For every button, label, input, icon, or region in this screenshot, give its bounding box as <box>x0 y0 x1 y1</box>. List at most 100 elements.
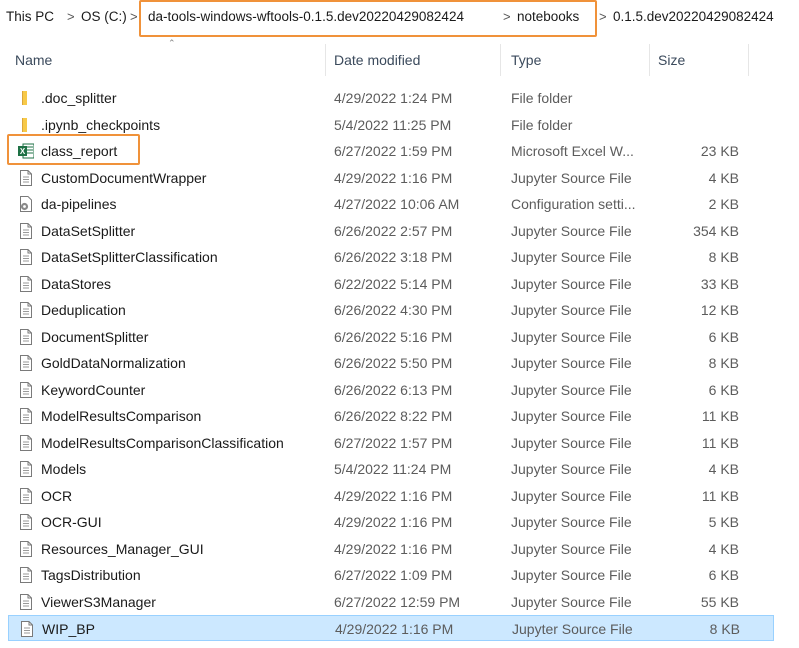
document-icon <box>18 434 34 452</box>
file-date-modified: 4/27/2022 10:06 AM <box>334 196 460 212</box>
file-size: 23 KB <box>700 143 739 159</box>
file-size: 11 KB <box>701 434 739 451</box>
file-type: Jupyter Source File <box>511 540 632 557</box>
file-date-modified: 6/26/2022 5:50 PM <box>334 355 453 371</box>
file-type: Jupyter Source File <box>511 461 632 477</box>
file-date-modified: 6/26/2022 6:13 PM <box>334 381 453 398</box>
file-name: DataSetSplitter <box>41 222 136 239</box>
file-row[interactable]: GoldDataNormalization 6/26/2022 5:50 PM Ju… <box>8 350 774 376</box>
breadcrumb-separator[interactable]: > <box>67 9 75 24</box>
file-name: KeywordCounter <box>41 381 146 398</box>
file-type: Jupyter Source File <box>511 355 632 371</box>
column-header-type[interactable]: Type <box>511 42 541 78</box>
file-date-modified: 6/26/2022 5:16 PM <box>334 328 453 345</box>
sort-ascending-icon: ⌃ <box>168 38 176 48</box>
file-name: ModelResultsComparisonClassification <box>41 434 284 451</box>
file-name: CustomDocumentWrapper <box>41 169 207 186</box>
file-date-modified: 6/26/2022 3:18 PM <box>334 249 453 265</box>
file-row[interactable]: OCR-GUI 4/29/2022 1:16 PM Jupyter Source F… <box>8 509 774 535</box>
file-size: 354 KB <box>693 222 739 239</box>
document-icon <box>18 487 34 505</box>
file-date-modified: 6/27/2022 1:09 PM <box>334 567 453 583</box>
file-row[interactable]: WIP_BP 4/29/2022 1:16 PM Jupyter Source Fi… <box>8 615 774 641</box>
file-size: 11 KB <box>701 487 739 504</box>
file-type: Jupyter Source File <box>511 514 632 530</box>
file-row[interactable]: ViewerS3Manager 6/27/2022 12:59 PM Jupyter… <box>8 589 774 615</box>
file-row[interactable]: KeywordCounter 6/26/2022 6:13 PM Jupyter S… <box>8 377 774 403</box>
file-size: 5 KB <box>708 514 739 530</box>
file-name: OCR <box>41 487 73 504</box>
file-row[interactable]: DocumentSplitter 6/26/2022 5:16 PM Jupyter… <box>8 324 774 350</box>
file-row[interactable]: Models 5/4/2022 11:24 PM Jupyter Source Fi… <box>8 456 774 482</box>
document-icon <box>18 248 34 266</box>
column-header-name[interactable]: Name <box>15 42 52 78</box>
file-size: 4 KB <box>708 461 739 477</box>
document-icon <box>18 354 34 372</box>
file-row[interactable]: Deduplication 6/26/2022 4:30 PM Jupyter So… <box>8 297 774 323</box>
file-type: Jupyter Source File <box>511 328 632 345</box>
file-type: Jupyter Source File <box>511 249 632 265</box>
file-row[interactable]: ModelResultsComparison 6/26/2022 8:22 PM J… <box>8 403 774 429</box>
breadcrumb-highlight-box <box>139 0 597 37</box>
file-name: Deduplication <box>41 302 126 318</box>
column-divider[interactable] <box>649 44 650 76</box>
document-icon <box>18 513 34 531</box>
document-icon <box>18 222 34 240</box>
breadcrumb-version-folder[interactable]: 0.1.5.dev20220429082424 <box>613 9 774 24</box>
file-type: Jupyter Source File <box>511 408 632 424</box>
file-name: ViewerS3Manager <box>41 593 156 610</box>
file-type: Jupyter Source File <box>511 593 632 610</box>
file-date-modified: 4/29/2022 1:16 PM <box>335 621 454 637</box>
breadcrumb-drive[interactable]: OS (C:) <box>81 9 127 24</box>
file-row[interactable]: DataSetSplitterClassification 6/26/2022 3… <box>8 244 774 270</box>
breadcrumb-this-pc[interactable]: This PC <box>6 9 54 24</box>
file-row[interactable]: ModelResultsComparisonClassification 6/27… <box>8 430 774 456</box>
file-type: Jupyter Source File <box>511 487 632 504</box>
file-date-modified: 4/29/2022 1:16 PM <box>334 514 453 530</box>
file-name: DataSetSplitterClassification <box>41 249 218 265</box>
breadcrumb-separator[interactable]: > <box>599 9 607 24</box>
file-date-modified: 6/22/2022 5:14 PM <box>334 275 453 292</box>
file-name: da-pipelines <box>41 196 117 212</box>
document-icon <box>19 620 35 638</box>
file-size: 6 KB <box>708 567 739 583</box>
file-type: Configuration setti... <box>511 196 636 212</box>
file-row[interactable]: CustomDocumentWrapper 4/29/2022 1:16 PM Ju… <box>8 165 774 191</box>
file-row[interactable]: DataStores 6/22/2022 5:14 PM Jupyter Sourc… <box>8 271 774 297</box>
file-row[interactable]: Resources_Manager_GUI 4/29/2022 1:16 PM Ju… <box>8 536 774 562</box>
column-divider[interactable] <box>500 44 501 76</box>
file-type: Microsoft Excel W... <box>511 143 634 159</box>
file-name: WIP_BP <box>42 621 95 637</box>
file-name: .doc_splitter <box>41 90 117 106</box>
column-header-date-modified[interactable]: Date modified <box>334 42 420 78</box>
file-size: 8 KB <box>708 249 739 265</box>
file-name: DocumentSplitter <box>41 328 149 345</box>
file-highlight-box <box>7 134 140 165</box>
file-row[interactable]: DataSetSplitter 6/26/2022 2:57 PM Jupyter … <box>8 218 774 244</box>
file-row[interactable]: OCR 4/29/2022 1:16 PM Jupyter Source File 1… <box>8 483 774 509</box>
file-size: 12 KB <box>700 302 739 318</box>
document-icon <box>18 460 34 478</box>
column-divider[interactable] <box>325 44 326 76</box>
file-row[interactable]: da-pipelines 4/27/2022 10:06 AM Configurat… <box>8 191 774 217</box>
file-size: 4 KB <box>708 169 739 186</box>
file-date-modified: 6/26/2022 8:22 PM <box>334 408 453 424</box>
file-type: Jupyter Source File <box>511 381 632 398</box>
file-date-modified: 4/29/2022 1:16 PM <box>334 169 453 186</box>
file-date-modified: 5/4/2022 11:25 PM <box>334 116 452 133</box>
breadcrumb-separator[interactable]: > <box>130 9 138 24</box>
file-type: File folder <box>511 116 573 133</box>
column-header-size[interactable]: Size <box>658 42 685 78</box>
file-size: 2 KB <box>708 196 739 212</box>
file-size: 55 KB <box>700 593 739 610</box>
file-date-modified: 6/26/2022 4:30 PM <box>334 302 453 318</box>
file-type: File folder <box>511 90 573 106</box>
file-row[interactable]: TagsDistribution 6/27/2022 1:09 PM Jupyter… <box>8 562 774 588</box>
document-icon <box>18 169 34 187</box>
file-date-modified: 6/27/2022 1:59 PM <box>334 143 453 159</box>
folder-icon <box>18 89 34 107</box>
file-row[interactable]: .doc_splitter 4/29/2022 1:24 PM File folde… <box>8 85 774 111</box>
document-icon <box>18 593 34 611</box>
column-divider[interactable] <box>748 44 749 76</box>
file-name: Resources_Manager_GUI <box>41 540 204 557</box>
